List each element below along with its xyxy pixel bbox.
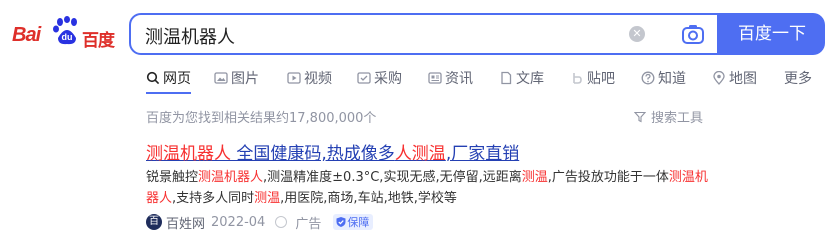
title-text: 全国健康码,热成像多 [231,144,395,164]
clear-icon[interactable]: ✕ [629,26,645,42]
tab-label: 视频 [304,71,332,87]
doc-icon [501,71,512,85]
info-circle-icon[interactable] [275,216,288,228]
tab-label: 文库 [516,71,544,87]
snippet-text: ,测温精准度±0.3°C,实现无感,无停留,远距离 [263,170,522,185]
search-tools-label: 搜索工具 [651,111,704,126]
tab-label: 贴吧 [587,71,615,87]
tab-web[interactable]: 网页 [146,68,191,94]
snippet-highlight: 测温 [254,191,281,206]
paw-icon: du [53,16,77,45]
baidu-logo[interactable]: Bai du 百度 [12,14,116,54]
tab-tieba[interactable]: 贴吧 [570,68,615,88]
tab-videos[interactable]: 视频 [287,68,332,88]
result-snippet: 锐景触控测温机器人,测温精准度±0.3°C,实现无感,无停留,远距离测温,广告投… [146,167,716,209]
source-name[interactable]: 百姓网 [166,213,205,232]
snippet-text: 锐景触控 [146,170,199,185]
tab-library[interactable]: 文库 [499,68,544,88]
search-input[interactable]: 测温机器人 [145,23,235,49]
source-favicon: 百 [146,214,162,230]
tab-label: 更多 [784,71,812,87]
tab-label: 采购 [374,71,402,87]
ad-label: 广告 [295,216,322,232]
tieba-icon [573,73,582,84]
shield-check-icon [336,217,346,227]
results-count: 百度为您找到相关结果约17,800,000个 [146,111,377,126]
guarantee-label: 保障 [347,216,370,229]
snippet-highlight: 测温机器人 [198,170,264,185]
snippet-text: ,用医院,商场,车站,地铁,学校等 [280,191,457,206]
search-tools-button[interactable]: 搜索工具 [634,107,703,126]
search-icon [146,71,160,85]
title-highlight: 人测温 [394,144,446,164]
tab-news[interactable]: 资讯 [428,68,473,88]
snippet-text: ,支持多人同时 [172,191,255,206]
video-icon [287,72,301,84]
tab-label: 网页 [163,71,191,87]
tab-more[interactable]: 更多 [784,68,812,88]
active-tab-underline [146,92,191,94]
result-source: 百 百姓网 2022-04 广告 保障 [146,213,374,232]
logo-text-cn: 百度 [82,31,115,50]
title-text: ,厂家直销 [445,144,520,164]
tab-label: 知道 [658,71,686,87]
image-icon [214,72,228,84]
title-highlight: 测温机器人 [146,144,231,164]
logo-text-paw: du [62,32,73,42]
guarantee-badge[interactable]: 保障 [333,214,374,230]
tab-label: 地图 [729,71,757,87]
snippet-highlight: 测温 [521,170,548,185]
search-button[interactable]: 百度一下 [719,13,825,55]
result-title-link[interactable]: 测温机器人 全国健康码,热成像多人测温,厂家直销 [146,139,519,164]
logo-text-latin: Bai [12,24,41,46]
camera-icon[interactable] [681,23,705,45]
snippet-text: ,广告投放功能于一体 [547,170,669,185]
map-pin-icon [713,71,725,85]
tab-map[interactable]: 地图 [712,68,757,88]
tab-zhidao[interactable]: 知道 [641,68,686,88]
search-box[interactable]: 测温机器人 ✕ [129,13,719,55]
filter-icon [634,111,646,122]
question-icon [641,71,655,85]
purchase-icon [357,72,371,84]
tab-label: 图片 [231,71,259,87]
news-icon [428,72,442,84]
tab-label: 资讯 [445,71,473,87]
result-date: 2022-04 [211,214,266,230]
tab-purchase[interactable]: 采购 [357,68,402,88]
tab-images[interactable]: 图片 [214,68,259,88]
